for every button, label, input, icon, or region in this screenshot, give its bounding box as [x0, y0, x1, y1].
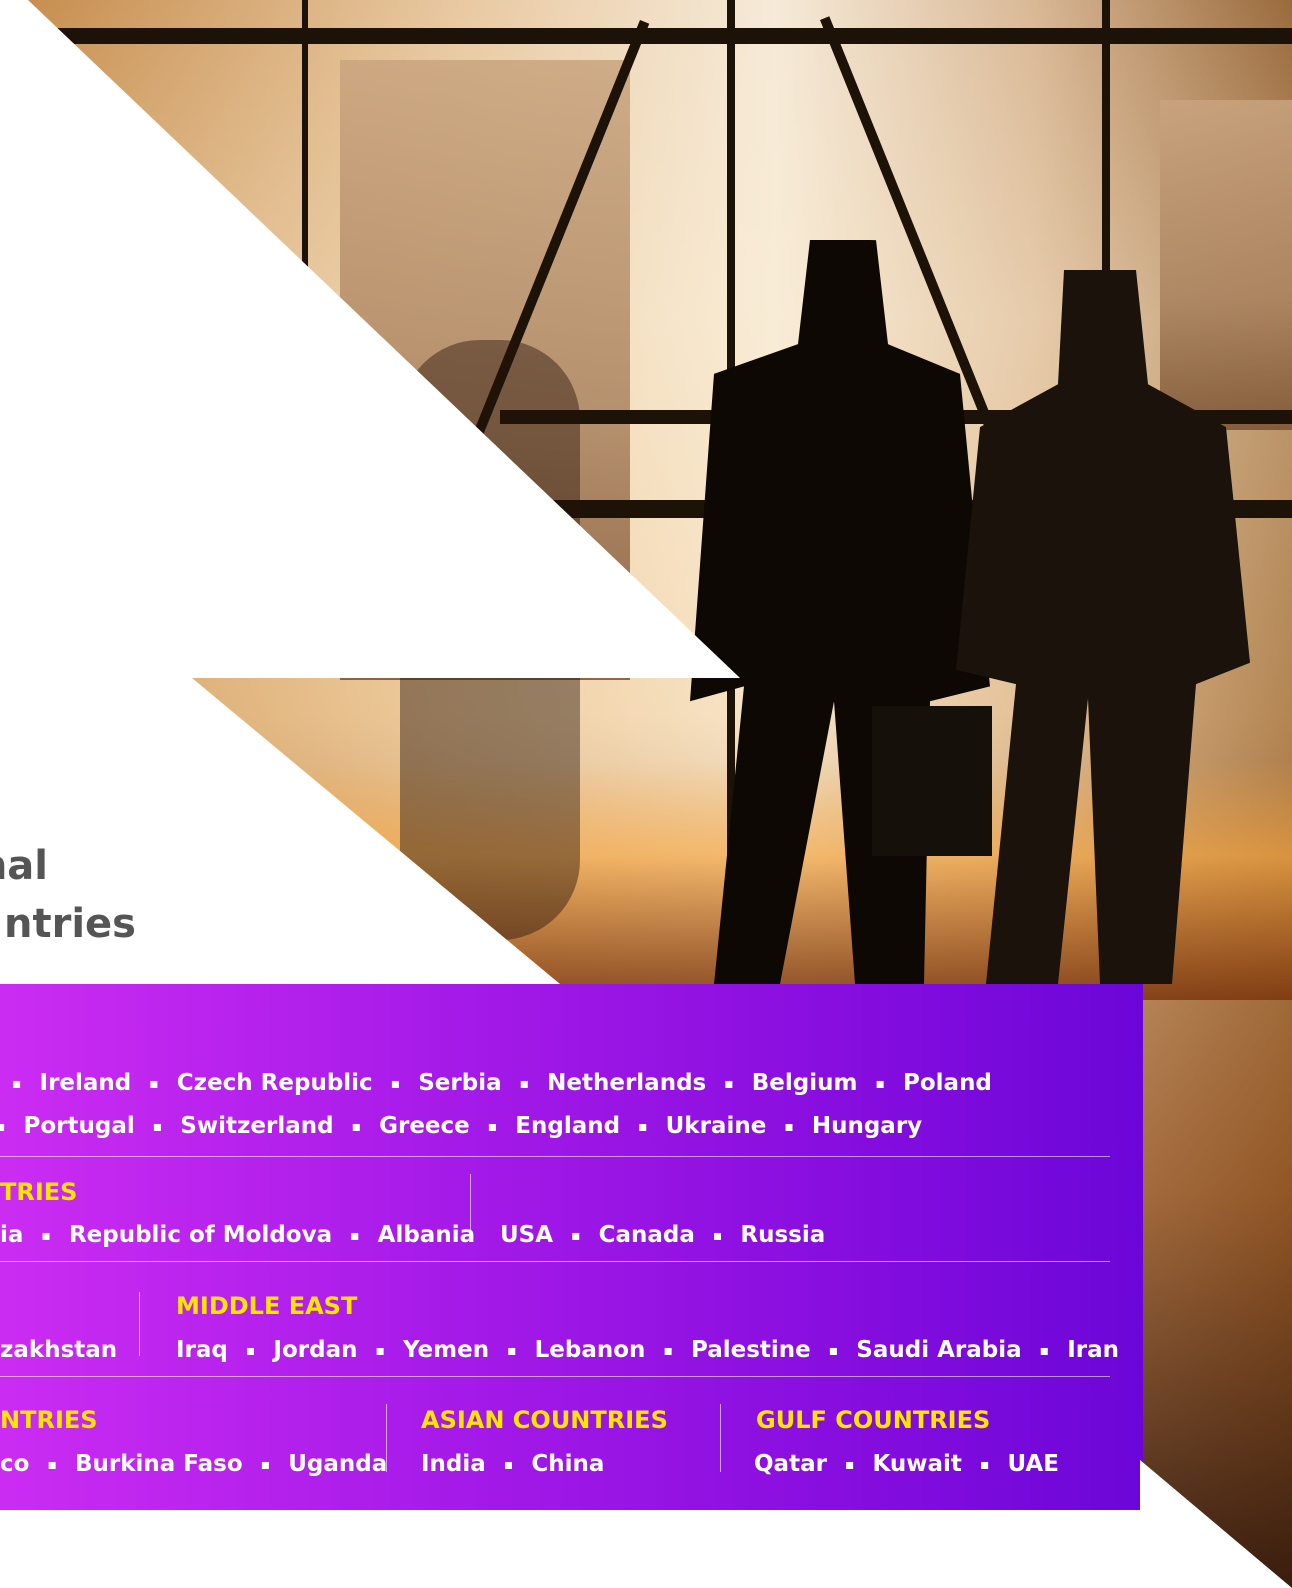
country: Jordan: [273, 1337, 358, 1363]
country: Lebanon: [534, 1337, 646, 1363]
middle-east-countries: Iraq ▪ Jordan ▪ Yemen ▪ Lebanon ▪ Palest…: [176, 1337, 1119, 1363]
separator: ▪: [712, 1227, 723, 1244]
country: Russia: [740, 1222, 826, 1248]
separator: ▪: [784, 1118, 794, 1135]
country: Switzerland: [180, 1113, 334, 1139]
country: Uganda: [288, 1451, 388, 1477]
country: England: [515, 1113, 621, 1139]
country: Czech Republic: [176, 1070, 373, 1096]
asian-heading: ASIAN COUNTRIES: [421, 1406, 668, 1434]
separator: ▪: [638, 1118, 648, 1135]
vertical-divider: [720, 1404, 721, 1472]
country: China: [531, 1451, 605, 1477]
country: Ukraine: [665, 1113, 767, 1139]
briefcase: [872, 706, 992, 856]
country: Netherlands: [547, 1070, 707, 1096]
country: USA: [500, 1222, 554, 1248]
country: Serbia: [418, 1070, 502, 1096]
vertical-divider: [386, 1404, 387, 1472]
asian-countries: India ▪ China: [421, 1451, 604, 1477]
african-countries: co ▪ Burkina Faso ▪ Uganda: [0, 1451, 387, 1477]
separator: ▪: [503, 1456, 514, 1473]
separator: ▪: [149, 1075, 159, 1092]
country-fragment: ia: [0, 1222, 24, 1248]
country: Canada: [598, 1222, 695, 1248]
country: Qatar: [754, 1451, 827, 1477]
separator: ▪: [663, 1342, 673, 1359]
country: Iran: [1067, 1337, 1119, 1363]
african-heading: NTRIES: [0, 1406, 98, 1434]
gulf-heading: GULF COUNTRIES: [756, 1406, 991, 1434]
country: India: [421, 1451, 486, 1477]
country: Iraq: [176, 1337, 228, 1363]
other-eu-heading: TRIES: [0, 1178, 78, 1206]
divider: [0, 1261, 1110, 1262]
title-line-2: ntries: [4, 901, 136, 947]
country: Belgium: [751, 1070, 858, 1096]
divider: [0, 1376, 1110, 1377]
building-right: [1160, 100, 1292, 430]
separator: ▪: [875, 1075, 885, 1092]
gulf-countries: Qatar ▪ Kuwait ▪ UAE: [754, 1451, 1059, 1477]
vertical-divider: [470, 1174, 471, 1240]
separator: ▪: [571, 1227, 581, 1244]
divider: [0, 1156, 1110, 1157]
white-bottom-strip: [0, 1510, 1292, 1588]
separator: ▪: [41, 1227, 51, 1244]
vertical-divider: [139, 1292, 140, 1356]
separator: ▪: [260, 1456, 271, 1473]
separator: ▪: [519, 1075, 530, 1092]
other-eu-countries: ia ▪ Republic of Moldova ▪ Albania: [0, 1222, 475, 1248]
separator: ▪: [0, 1118, 6, 1135]
country: Hungary: [811, 1113, 923, 1139]
separator: ▪: [844, 1456, 855, 1473]
country: Burkina Faso: [74, 1451, 243, 1477]
country: Kuwait: [872, 1451, 962, 1477]
country: Yemen: [403, 1337, 490, 1363]
separator: ▪: [375, 1342, 386, 1359]
separator: ▪: [351, 1118, 362, 1135]
separator: ▪: [828, 1342, 839, 1359]
separator: ▪: [47, 1456, 57, 1473]
country: Poland: [903, 1070, 992, 1096]
separator: ▪: [12, 1075, 22, 1092]
country: Ireland: [39, 1070, 132, 1096]
europe-row-1: ▪ Ireland ▪ Czech Republic ▪ Serbia ▪ Ne…: [0, 1070, 992, 1096]
mullion-3: [302, 0, 308, 300]
cis-fragment: zakhstan: [0, 1337, 118, 1363]
country: Saudi Arabia: [856, 1337, 1022, 1363]
separator: ▪: [350, 1227, 360, 1244]
country: Republic of Moldova: [68, 1222, 333, 1248]
country-fragment: co: [0, 1451, 30, 1477]
europe-row-2: ▪ Portugal ▪ Switzerland ▪ Greece ▪ Engl…: [0, 1113, 922, 1139]
country: Greece: [379, 1113, 470, 1139]
title-line-1: nal: [0, 843, 48, 889]
country: UAE: [1007, 1451, 1059, 1477]
separator: ▪: [245, 1342, 256, 1359]
separator: ▪: [507, 1342, 517, 1359]
country: Albania: [377, 1222, 476, 1248]
country: Portugal: [23, 1113, 135, 1139]
separator: ▪: [724, 1075, 734, 1092]
country: Palestine: [690, 1337, 811, 1363]
separator: ▪: [979, 1456, 990, 1473]
separator: ▪: [487, 1118, 498, 1135]
separator: ▪: [390, 1075, 401, 1092]
americas-russia-countries: USA ▪ Canada ▪ Russia: [500, 1222, 825, 1248]
separator: ▪: [152, 1118, 163, 1135]
separator: ▪: [1039, 1342, 1050, 1359]
middle-east-heading: MIDDLE EAST: [176, 1292, 358, 1320]
